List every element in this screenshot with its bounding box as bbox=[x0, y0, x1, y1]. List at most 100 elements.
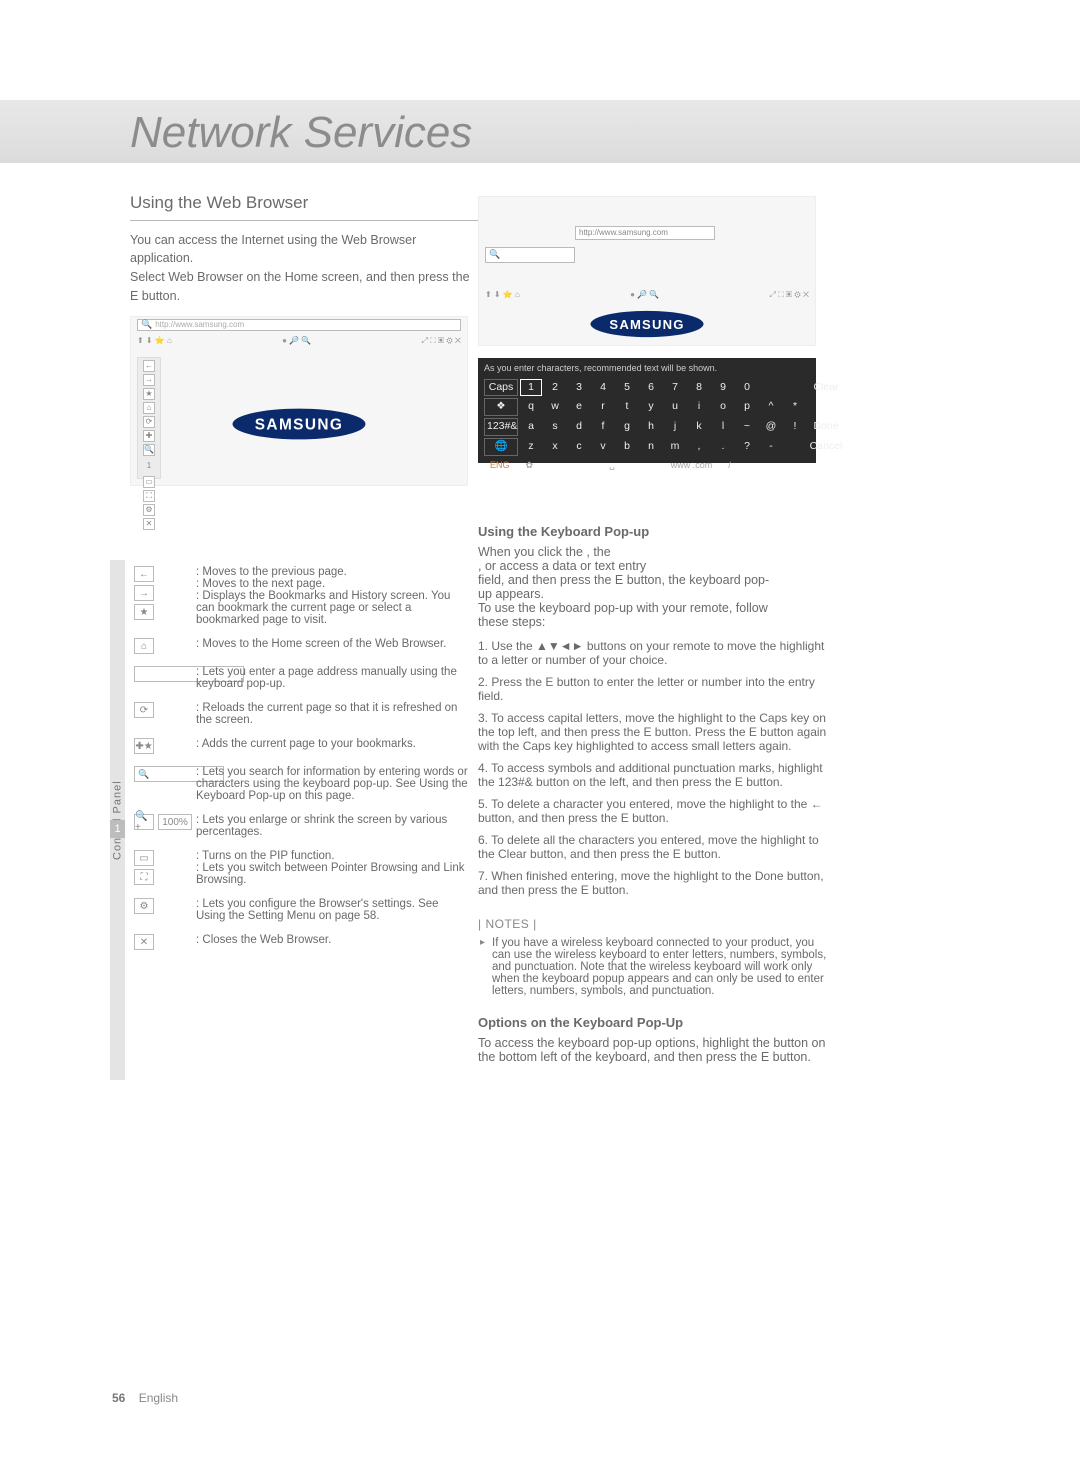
kb-key: q bbox=[520, 399, 542, 415]
ctrl-icon: ⟳ bbox=[134, 702, 154, 718]
kp-options-para: To access the keyboard pop-up options, h… bbox=[478, 1036, 828, 1064]
keyboard-hint: As you enter characters, recommended tex… bbox=[484, 362, 810, 376]
samsung-logo-b: SAMSUNG bbox=[588, 309, 707, 340]
keyboard-popup-para: When you click the , the , or access a d… bbox=[478, 545, 828, 629]
ctrl-row: 🔍: Lets you search for information by en… bbox=[134, 760, 470, 808]
kb-key: i bbox=[688, 399, 710, 415]
kb-key: ~ bbox=[736, 419, 758, 435]
step-item: 6. To delete all the characters you ente… bbox=[478, 833, 828, 861]
step-item: 4. To access symbols and additional punc… bbox=[478, 761, 828, 789]
step-item: 7. When finished entering, move the high… bbox=[478, 869, 828, 897]
zoom-icon: 🔍+ bbox=[134, 814, 154, 830]
notes-heading: | NOTES | bbox=[478, 917, 828, 931]
kb-key: g bbox=[616, 419, 638, 435]
ctrl-row-text: : Turns on the PIP function. : Lets you … bbox=[196, 850, 470, 886]
search-box-b: 🔍 bbox=[485, 247, 575, 263]
search-icon: 🔍 bbox=[141, 318, 152, 332]
keyboard-popup: As you enter characters, recommended tex… bbox=[478, 358, 816, 463]
kb-space: ␣ bbox=[609, 459, 615, 473]
kb-key: m bbox=[664, 439, 686, 455]
ctrl-row-text: : Lets you configure the Browser's setti… bbox=[196, 898, 470, 922]
svg-text:SAMSUNG: SAMSUNG bbox=[255, 416, 343, 433]
ctrl-row: ⟳ : Reloads the current page so that it i… bbox=[134, 696, 470, 732]
ctrl-row-text: : Lets you search for information by ent… bbox=[196, 766, 470, 802]
svg-text:SAMSUNG: SAMSUNG bbox=[609, 317, 684, 332]
ctrl-row: 🔍+100%: Lets you enlarge or shrink the s… bbox=[134, 808, 470, 844]
kb-key: y bbox=[640, 399, 662, 415]
ctrl-row-text: : Moves to the Home screen of the Web Br… bbox=[196, 638, 470, 654]
kb-key: s bbox=[544, 419, 566, 435]
url-box-a: 🔍 http://www.samsung.com bbox=[137, 319, 461, 331]
kb-key: h bbox=[640, 419, 662, 435]
iconrow-b-mid: ● 🔎 🔍 bbox=[630, 289, 659, 301]
ctrl-icon: → bbox=[134, 585, 154, 601]
ctrl-row: ⌂ : Moves to the Home screen of the Web B… bbox=[134, 632, 470, 660]
kb-key: f bbox=[592, 419, 614, 435]
page-footer: 56 English bbox=[112, 1391, 178, 1405]
ctrl-icon: ✕ bbox=[134, 934, 154, 950]
kb-key: . bbox=[712, 439, 734, 455]
kb-key: p bbox=[736, 399, 758, 415]
kb-key: c bbox=[568, 439, 590, 455]
kb-key: 8 bbox=[688, 380, 710, 396]
kb-key: a bbox=[520, 419, 542, 435]
samsung-logo-a: SAMSUNG bbox=[229, 406, 369, 442]
kp-options-title: Options on the Keyboard Pop-Up bbox=[478, 1015, 828, 1030]
ctrl-icon: ⚙ bbox=[134, 898, 154, 914]
step-item: 1. Use the ▲▼◄► buttons on your remote t… bbox=[478, 639, 828, 667]
ctrl-row: ⚙ : Lets you configure the Browser's sett… bbox=[134, 892, 470, 928]
kb-key: 9 bbox=[712, 380, 734, 396]
kb-key: t bbox=[616, 399, 638, 415]
step-item: 5. To delete a character you entered, mo… bbox=[478, 797, 828, 825]
control-panel-number: 1 bbox=[110, 820, 125, 838]
section-title-left: Using the Web Browser bbox=[130, 190, 480, 221]
kb-key: 7 bbox=[664, 380, 686, 396]
kb-slash: / bbox=[728, 459, 731, 473]
kb-key: z bbox=[520, 439, 542, 455]
section-para-left: You can access the Internet using the We… bbox=[130, 231, 480, 306]
kb-eng: ENG bbox=[490, 459, 510, 473]
ctrl-icon: ▭ bbox=[134, 850, 154, 866]
kb-key: , bbox=[688, 439, 710, 455]
kb-key: r bbox=[592, 399, 614, 415]
kb-key: l bbox=[712, 419, 734, 435]
page-number: 56 bbox=[112, 1391, 125, 1405]
kb-key: 1 bbox=[520, 379, 542, 397]
ctrl-row-text: : Moves to the previous page. : Moves to… bbox=[196, 566, 470, 626]
iconrow-b-left: ⬆ ⬇ ⭐ ⌂ bbox=[485, 289, 520, 301]
kb-key: j bbox=[664, 419, 686, 435]
iconrow-b-right: ⤢ ⛶ ▣ ⚙ ✕ bbox=[769, 289, 809, 301]
iconrow-a-left: ⬆ ⬇ ⭐ ⌂ bbox=[137, 335, 172, 347]
kb-key: 3 bbox=[568, 380, 590, 396]
iconrow-a-right: ⤢ ⛶ ▣ ⚙ ✕ bbox=[421, 335, 461, 347]
ctrl-row: ✚★ : Adds the current page to your bookma… bbox=[134, 732, 470, 760]
kb-key: Caps bbox=[484, 379, 518, 397]
ctrl-row: ←→★: Moves to the previous page. : Moves… bbox=[134, 560, 470, 632]
kb-key: @ bbox=[760, 419, 782, 435]
kb-key: Done bbox=[808, 419, 844, 435]
kb-key: 0 bbox=[736, 380, 758, 396]
ctrl-row: : Lets you enter a page address manually… bbox=[134, 660, 470, 696]
kb-key: n bbox=[640, 439, 662, 455]
ctrl-row-text: : Closes the Web Browser. bbox=[196, 934, 470, 950]
search-icon: 🔍 bbox=[489, 248, 500, 262]
ctrl-row-text: : Adds the current page to your bookmark… bbox=[196, 738, 470, 754]
kb-key: - bbox=[760, 439, 782, 455]
ctrl-row-text: : Reloads the current page so that it is… bbox=[196, 702, 470, 726]
kb-key: w bbox=[544, 399, 566, 415]
page-title: Network Services bbox=[130, 108, 472, 158]
step-item: 3. To access capital letters, move the h… bbox=[478, 711, 828, 753]
kb-key: 123#& bbox=[484, 418, 518, 436]
step-item: 2. Press the E button to enter the lette… bbox=[478, 675, 828, 703]
kb-key: u bbox=[664, 399, 686, 415]
ctrl-icon: ⌂ bbox=[134, 638, 154, 654]
kb-key: x bbox=[544, 439, 566, 455]
kb-key: d bbox=[568, 419, 590, 435]
kb-key: ? bbox=[736, 439, 758, 455]
keyboard-popup-title: Using the Keyboard Pop-up bbox=[478, 524, 828, 539]
ctrl-row-text: : Lets you enlarge or shrink the screen … bbox=[196, 814, 470, 838]
kb-key: * bbox=[784, 399, 806, 415]
ctrl-icon: ✚★ bbox=[134, 738, 154, 754]
kb-key: b bbox=[616, 439, 638, 455]
url-input-b: http://www.samsung.com bbox=[575, 226, 715, 240]
